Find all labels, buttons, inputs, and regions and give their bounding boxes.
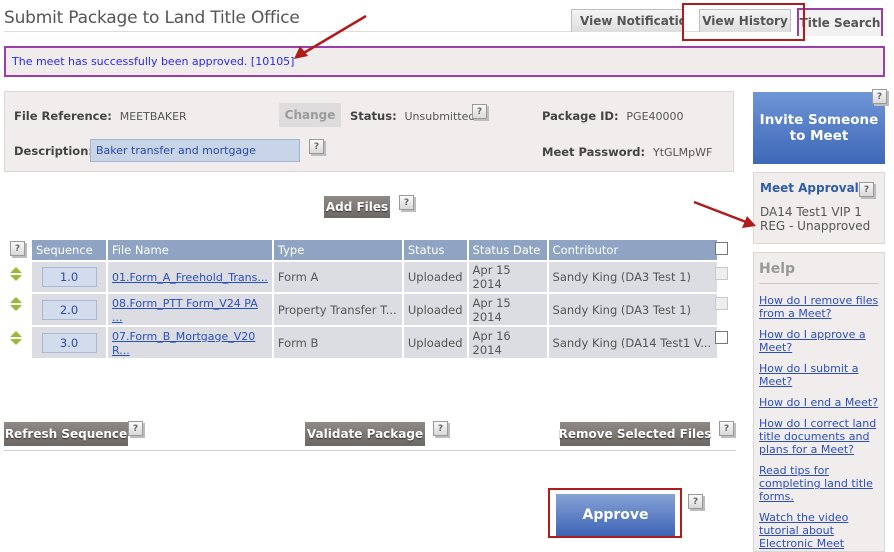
file-status-date: Apr 16 2014: [468, 327, 547, 358]
files-table: Sequence File Name Type Status Status Da…: [30, 238, 719, 360]
help-link[interactable]: Read tips for completing land title form…: [759, 464, 879, 503]
add-files-button[interactable]: Add Files: [324, 196, 390, 218]
row-checkbox[interactable]: [715, 331, 728, 344]
file-contributor: Sandy King (DA14 Test1 V...: [548, 327, 717, 358]
help-link[interactable]: How do I end a Meet?: [759, 396, 879, 409]
change-button[interactable]: Change: [279, 103, 341, 127]
file-status: Uploaded: [403, 327, 467, 358]
sequence-input[interactable]: 3.0: [41, 332, 97, 353]
status-value: Unsubmitted: [404, 110, 476, 123]
file-status: Uploaded: [403, 262, 467, 292]
file-reference: File Reference: MEETBAKER: [14, 109, 187, 123]
annotation-highlight-view-history: [682, 3, 805, 41]
validate-help-icon[interactable]: ?: [433, 421, 448, 436]
file-status-date: Apr 15 2014: [468, 262, 547, 292]
refresh-sequence-button[interactable]: Refresh Sequence: [4, 422, 128, 446]
approve-help-icon[interactable]: ?: [688, 494, 703, 509]
approve-button[interactable]: Approve: [556, 494, 675, 536]
table-row: 1.0 01.Form_A_Freehold_Trans... Form A U…: [32, 262, 717, 292]
table-header-row: Sequence File Name Type Status Status Da…: [32, 240, 717, 260]
help-link[interactable]: How do I correct land title documents an…: [759, 417, 879, 456]
file-type: Form B: [273, 327, 402, 358]
page-title: Submit Package to Land Title Office: [4, 8, 300, 28]
sequence-input[interactable]: 1.0: [41, 267, 97, 287]
description-help-icon[interactable]: ?: [309, 139, 324, 154]
package-id-label: Package ID:: [542, 109, 619, 123]
actions-divider: [4, 450, 736, 451]
help-link[interactable]: How do I submit a Meet?: [759, 362, 879, 388]
tab-view-notifications[interactable]: View Notifications: [571, 9, 684, 32]
file-reference-label: File Reference:: [14, 109, 112, 123]
column-header-type[interactable]: Type: [273, 240, 402, 260]
drag-handle-icon[interactable]: [9, 297, 23, 311]
success-message-text: The meet has successfully been approved.…: [12, 55, 295, 68]
invite-help-icon[interactable]: ?: [872, 89, 887, 104]
status-help-icon[interactable]: ?: [472, 104, 487, 119]
meet-password: Meet Password: YtGLMpWF: [542, 145, 712, 159]
file-reference-value: MEETBAKER: [119, 110, 187, 123]
file-contributor: Sandy King (DA3 Test 1): [548, 294, 717, 325]
help-title: Help: [759, 261, 879, 284]
table-help-icon[interactable]: ?: [10, 241, 25, 256]
file-status: Uploaded: [403, 294, 467, 325]
column-header-status-date[interactable]: Status Date: [468, 240, 547, 260]
file-link[interactable]: 07.Form_B_Mortgage_V20 R...: [112, 330, 255, 357]
column-header-contributor[interactable]: Contributor: [548, 240, 717, 260]
package-id-value: PGE40000: [626, 110, 684, 123]
drag-handle-icon[interactable]: [9, 267, 23, 281]
help-link[interactable]: How do I approve a Meet?: [759, 328, 879, 354]
file-status-date: Apr 15 2014: [468, 294, 547, 325]
remove-selected-files-button[interactable]: Remove Selected Files: [559, 422, 711, 446]
invite-someone-button[interactable]: Invite Someone to Meet: [753, 92, 885, 164]
sequence-input[interactable]: 2.0: [41, 299, 97, 320]
annotation-arrow-approvals: [693, 200, 756, 228]
annotation-arrow-message: [294, 14, 367, 59]
select-all-checkbox[interactable]: [715, 242, 728, 255]
tab-title-search[interactable]: Title Search: [797, 8, 883, 36]
validate-package-button[interactable]: Validate Package: [305, 422, 425, 446]
file-contributor: Sandy King (DA3 Test 1): [548, 262, 717, 292]
table-row: 3.0 07.Form_B_Mortgage_V20 R... Form B U…: [32, 327, 717, 358]
package-id: Package ID: PGE40000: [542, 109, 684, 123]
column-header-status[interactable]: Status: [403, 240, 467, 260]
drag-handle-icon[interactable]: [9, 331, 23, 345]
refresh-help-icon[interactable]: ?: [128, 421, 143, 436]
file-type: Form A: [273, 262, 402, 292]
description-label: Description:: [14, 144, 93, 158]
description-input[interactable]: [90, 139, 300, 162]
add-files-help-icon[interactable]: ?: [399, 195, 414, 210]
meet-password-label: Meet Password:: [542, 145, 646, 159]
help-panel: Help How do I remove files from a Meet? …: [753, 252, 885, 552]
row-checkbox: [715, 297, 728, 310]
row-checkbox: [715, 267, 728, 280]
status-label: Status:: [350, 109, 397, 123]
approvals-help-icon[interactable]: ?: [859, 182, 874, 197]
meet-password-value: YtGLMpWF: [652, 146, 713, 159]
help-link[interactable]: How do I remove files from a Meet?: [759, 294, 879, 320]
remove-help-icon[interactable]: ?: [719, 421, 734, 436]
column-header-sequence[interactable]: Sequence: [32, 240, 106, 260]
column-header-file-name[interactable]: File Name: [108, 240, 272, 260]
table-row: 2.0 08.Form_PTT Form_V24 PA ... Property…: [32, 294, 717, 325]
file-link[interactable]: 08.Form_PTT Form_V24 PA ...: [112, 297, 258, 324]
file-type: Property Transfer T...: [273, 294, 402, 325]
file-link[interactable]: 01.Form_A_Freehold_Trans...: [112, 271, 268, 284]
success-message: The meet has successfully been approved.…: [4, 46, 885, 77]
help-link[interactable]: Watch the video tutorial about Electroni…: [759, 511, 879, 550]
status-field: Status: Unsubmitted: [350, 109, 475, 123]
description-label-wrap: Description:: [14, 144, 93, 158]
meet-approvals-status: DA14 Test1 VIP 1 REG - Unapproved: [760, 205, 871, 233]
